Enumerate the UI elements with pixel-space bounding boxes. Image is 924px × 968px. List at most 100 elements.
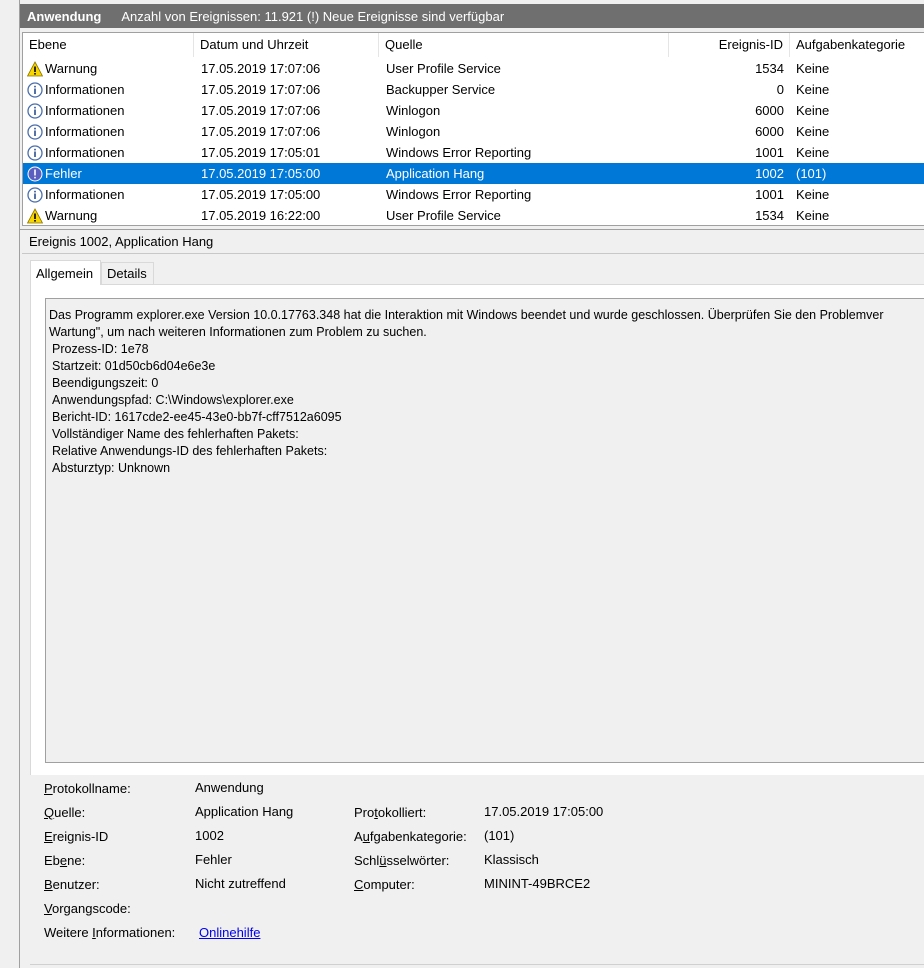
description-line: Relative Anwendungs-ID des fehlerhaften … bbox=[52, 444, 328, 458]
event-id: 6000 bbox=[755, 124, 784, 139]
description-line: Startzeit: 01d50cb6d04e6e3e bbox=[52, 359, 216, 373]
event-category: Keine bbox=[796, 103, 830, 118]
event-level-text: Informationen bbox=[45, 124, 125, 139]
event-category: Keine bbox=[796, 187, 830, 202]
event-list-header: Ebene Datum und Uhrzeit Quelle Ereignis-… bbox=[23, 33, 924, 57]
label-schluesselwoerter: Schlüsselwörter: bbox=[354, 853, 450, 868]
info-icon bbox=[27, 186, 43, 203]
warning-icon bbox=[26, 207, 44, 224]
column-header-aufgabenkategorie[interactable]: Aufgabenkategorie bbox=[790, 33, 924, 57]
event-date: 17.05.2019 17:05:00 bbox=[201, 166, 321, 181]
event-source: User Profile Service bbox=[386, 61, 501, 76]
event-description[interactable]: Das Programm explorer.exe Version 10.0.1… bbox=[45, 298, 924, 763]
event-id: 0 bbox=[776, 82, 784, 97]
event-row[interactable]: Warnung 17.05.2019 16:22:00 User Profile S… bbox=[23, 205, 924, 225]
value-benutzer: Nicht zutreffend bbox=[195, 876, 286, 891]
event-category: Keine bbox=[796, 145, 830, 160]
event-date: 17.05.2019 17:07:06 bbox=[201, 82, 321, 97]
column-header-datum[interactable]: Datum und Uhrzeit bbox=[194, 33, 379, 57]
event-category: (101) bbox=[796, 166, 827, 181]
column-header-ereignis-id[interactable]: Ereignis-ID bbox=[669, 33, 790, 57]
event-list[interactable]: Ebene Datum und Uhrzeit Quelle Ereignis-… bbox=[22, 32, 924, 226]
event-id: 1001 bbox=[755, 145, 784, 160]
value-aufgabenkategorie: (101) bbox=[484, 828, 515, 843]
value-protokolliert: 17.05.2019 17:05:00 bbox=[484, 804, 604, 819]
event-level-text: Fehler bbox=[45, 166, 82, 181]
event-detail-title: Ereignis 1002, Application Hang bbox=[22, 231, 924, 254]
event-source: Windows Error Reporting bbox=[386, 145, 532, 160]
event-category: Keine bbox=[796, 61, 830, 76]
event-level-text: Informationen bbox=[45, 187, 125, 202]
event-properties: Protokollname: Anwendung Quelle: Applica… bbox=[30, 775, 924, 968]
description-line: Bericht-ID: 1617cde2-ee45-43e0-bb7f-cff7… bbox=[52, 410, 342, 424]
value-ereignis-id: 1002 bbox=[195, 828, 224, 843]
event-level-text: Informationen bbox=[45, 145, 125, 160]
value-ebene: Fehler bbox=[195, 852, 232, 867]
column-header-quelle[interactable]: Quelle bbox=[379, 33, 669, 57]
event-date: 17.05.2019 17:07:06 bbox=[201, 61, 321, 76]
event-id: 1534 bbox=[755, 208, 784, 223]
column-header-ebene[interactable]: Ebene bbox=[23, 33, 194, 57]
tab-details[interactable]: Details bbox=[101, 262, 154, 284]
event-level-text: Informationen bbox=[45, 103, 125, 118]
label-aufgabenkategorie: Aufgabenkategorie: bbox=[354, 829, 467, 844]
description-line: Absturztyp: Unknown bbox=[52, 461, 171, 475]
event-count-info: Anzahl von Ereignissen: 11.921 (!) Neue … bbox=[121, 8, 505, 24]
event-date: 17.05.2019 16:22:00 bbox=[201, 208, 321, 223]
event-row[interactable]: Fehler 17.05.2019 17:05:00 Application Han… bbox=[23, 163, 924, 184]
label-protokollname: Protokollname: bbox=[44, 781, 131, 796]
event-level-text: Warnung bbox=[45, 208, 98, 223]
event-category: Keine bbox=[796, 124, 830, 139]
onlinehilfe-link[interactable]: Onlinehilfe bbox=[199, 925, 260, 940]
label-ebene: Ebene: bbox=[44, 853, 86, 868]
event-id: 1534 bbox=[755, 61, 784, 76]
info-icon bbox=[27, 144, 43, 161]
event-id: 1001 bbox=[755, 187, 784, 202]
description-line: Vollständiger Name des fehlerhaften Pake… bbox=[52, 427, 299, 441]
log-name: Anwendung bbox=[27, 8, 102, 24]
info-icon bbox=[27, 102, 43, 119]
error-icon bbox=[27, 166, 43, 182]
event-source: Windows Error Reporting bbox=[386, 187, 532, 202]
description-line: Das Programm explorer.exe Version 10.0.1… bbox=[49, 308, 884, 322]
log-title-bar: Anwendung Anzahl von Ereignissen: 11.921… bbox=[20, 4, 924, 28]
event-source: Application Hang bbox=[386, 166, 485, 181]
event-level: Warnung bbox=[26, 205, 98, 225]
event-date: 17.05.2019 17:07:06 bbox=[201, 124, 321, 139]
label-weitere-informationen: Weitere Informationen: bbox=[44, 925, 176, 940]
event-source: Backupper Service bbox=[386, 82, 496, 97]
event-category: Keine bbox=[796, 82, 830, 97]
event-level: Informationen bbox=[27, 121, 125, 142]
event-level: Warnung bbox=[26, 58, 98, 79]
event-source: User Profile Service bbox=[386, 208, 501, 223]
label-computer: Computer: bbox=[354, 877, 415, 892]
label-vorgangscode: Vorgangscode: bbox=[44, 901, 131, 916]
event-id: 6000 bbox=[755, 103, 784, 118]
left-pane-edge bbox=[0, 0, 20, 968]
label-quelle: Quelle: bbox=[44, 805, 86, 820]
event-level: Informationen bbox=[27, 184, 125, 205]
event-level: Informationen bbox=[27, 142, 125, 163]
event-date: 17.05.2019 17:05:01 bbox=[201, 145, 321, 160]
event-row[interactable]: Informationen 17.05.2019 17:07:06 Winlogon… bbox=[23, 100, 924, 121]
event-category: Keine bbox=[796, 208, 830, 223]
event-date: 17.05.2019 17:05:00 bbox=[201, 187, 321, 202]
tab-allgemein[interactable]: Allgemein bbox=[30, 260, 101, 285]
value-computer: MININT-49BRCE2 bbox=[484, 876, 591, 891]
event-row[interactable]: Informationen 17.05.2019 17:07:06 Winlogon… bbox=[23, 121, 924, 142]
event-level: Informationen bbox=[27, 100, 125, 121]
event-source: Winlogon bbox=[386, 103, 441, 118]
pane-splitter[interactable] bbox=[20, 226, 924, 230]
event-row[interactable]: Warnung 17.05.2019 17:07:06 User Profile S… bbox=[23, 58, 924, 79]
event-row[interactable]: Informationen 17.05.2019 17:07:06 Backuppe… bbox=[23, 79, 924, 100]
info-icon bbox=[27, 81, 43, 98]
event-level-text: Warnung bbox=[45, 61, 98, 76]
event-date: 17.05.2019 17:07:06 bbox=[201, 103, 321, 118]
event-row[interactable]: Informationen 17.05.2019 17:05:01 Windows … bbox=[23, 142, 924, 163]
value-protokollname: Anwendung bbox=[195, 780, 264, 795]
event-row[interactable]: Informationen 17.05.2019 17:05:00 Windows … bbox=[23, 184, 924, 205]
warning-icon bbox=[26, 60, 44, 77]
description-line: Beendigungszeit: 0 bbox=[52, 376, 159, 390]
description-line: Anwendungspfad: C:\Windows\explorer.exe bbox=[52, 393, 294, 407]
value-quelle: Application Hang bbox=[195, 804, 294, 819]
